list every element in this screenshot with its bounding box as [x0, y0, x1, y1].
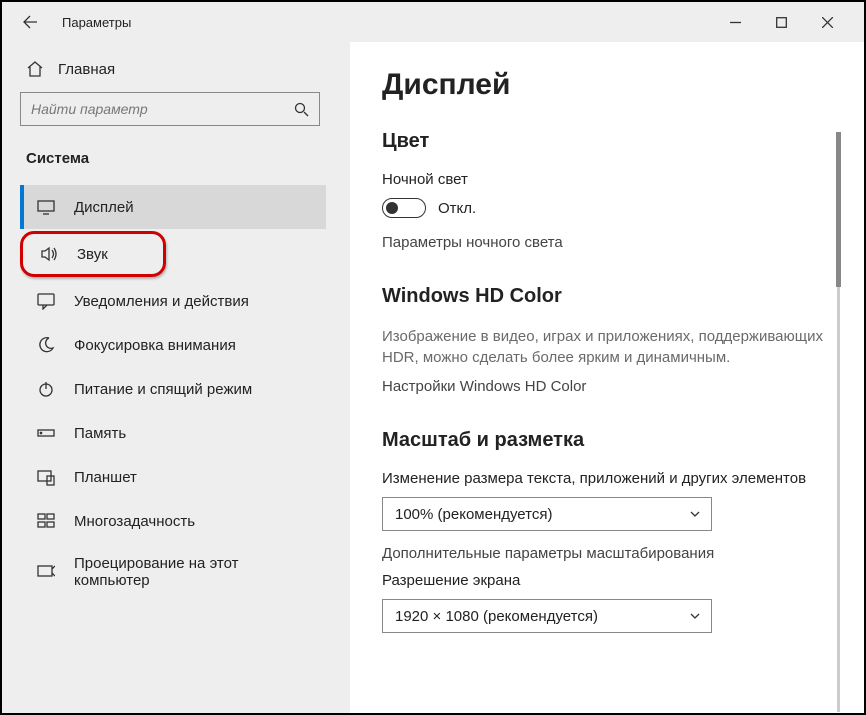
scrollbar-thumb[interactable] — [836, 132, 841, 287]
sidebar-item-tablet[interactable]: Планшет — [20, 455, 326, 499]
chat-icon — [36, 291, 56, 311]
scale-label: Изменение размера текста, приложений и д… — [382, 470, 838, 487]
advanced-scaling-link[interactable]: Дополнительные параметры масштабирования — [382, 545, 838, 562]
resolution-label: Разрешение экрана — [382, 572, 838, 589]
scale-dropdown[interactable]: 100% (рекомендуется) — [382, 497, 712, 531]
chevron-down-icon — [687, 608, 703, 624]
titlebar: Параметры — [2, 2, 864, 42]
night-light-settings-link[interactable]: Параметры ночного света — [382, 234, 838, 251]
sidebar-item-label: Многозадачность — [74, 513, 195, 530]
home-icon — [26, 60, 44, 78]
speaker-icon — [39, 244, 59, 264]
page-title: Дисплей — [382, 68, 838, 102]
search-box[interactable] — [20, 92, 320, 126]
section-color-heading: Цвет — [382, 130, 838, 153]
storage-icon — [36, 423, 56, 443]
close-button[interactable] — [804, 6, 850, 38]
power-icon — [36, 379, 56, 399]
sidebar-item-projecting[interactable]: Проецирование на этот компьютер — [20, 543, 326, 601]
home-link[interactable]: Главная — [20, 52, 350, 92]
sidebar-item-focus[interactable]: Фокусировка внимания — [20, 323, 326, 367]
project-icon — [36, 562, 56, 582]
sidebar-item-label: Дисплей — [74, 199, 134, 216]
home-label: Главная — [58, 61, 115, 78]
night-light-label: Ночной свет — [382, 171, 838, 188]
main-panel: Дисплей Цвет Ночной свет Откл. Параметры… — [350, 42, 864, 713]
night-light-state: Откл. — [438, 200, 476, 217]
maximize-button[interactable] — [758, 6, 804, 38]
night-light-toggle[interactable] — [382, 198, 426, 218]
sidebar-item-label: Проецирование на этот компьютер — [74, 555, 316, 589]
minimize-button[interactable] — [712, 6, 758, 38]
back-button[interactable] — [16, 8, 44, 36]
chevron-down-icon — [687, 506, 703, 522]
tablet-icon — [36, 467, 56, 487]
moon-icon — [36, 335, 56, 355]
window-title: Параметры — [62, 15, 131, 30]
sidebar-item-sound[interactable]: Звук — [23, 234, 163, 274]
sidebar-item-notifications[interactable]: Уведомления и действия — [20, 279, 326, 323]
sidebar-item-multitask[interactable]: Многозадачность — [20, 499, 326, 543]
sidebar-item-power[interactable]: Питание и спящий режим — [20, 367, 326, 411]
hd-desc: Изображение в видео, играх и приложениях… — [382, 326, 838, 368]
sidebar: Главная Система Дисплей — [2, 42, 350, 713]
search-icon — [293, 101, 309, 117]
section-scale-heading: Масштаб и разметка — [382, 429, 838, 452]
search-input[interactable] — [31, 101, 285, 117]
section-hd-heading: Windows HD Color — [382, 285, 838, 308]
sidebar-item-storage[interactable]: Память — [20, 411, 326, 455]
sidebar-item-label: Питание и спящий режим — [74, 381, 252, 398]
sidebar-item-label: Планшет — [74, 469, 137, 486]
highlight-annotation: Звук — [20, 231, 166, 277]
sidebar-item-label: Звук — [77, 246, 108, 263]
resolution-dropdown[interactable]: 1920 × 1080 (рекомендуется) — [382, 599, 712, 633]
sidebar-menu: Дисплей Звук Уведомления и действия — [20, 185, 350, 601]
hd-settings-link[interactable]: Настройки Windows HD Color — [382, 378, 838, 395]
sidebar-item-label: Уведомления и действия — [74, 293, 249, 310]
multitask-icon — [36, 511, 56, 531]
sidebar-item-label: Фокусировка внимания — [74, 337, 236, 354]
monitor-icon — [36, 197, 56, 217]
scrollbar[interactable] — [837, 132, 840, 712]
sidebar-item-label: Память — [74, 425, 126, 442]
sidebar-item-display[interactable]: Дисплей — [20, 185, 326, 229]
resolution-value: 1920 × 1080 (рекомендуется) — [395, 608, 687, 625]
scale-value: 100% (рекомендуется) — [395, 506, 687, 523]
category-title: Система — [20, 126, 350, 185]
